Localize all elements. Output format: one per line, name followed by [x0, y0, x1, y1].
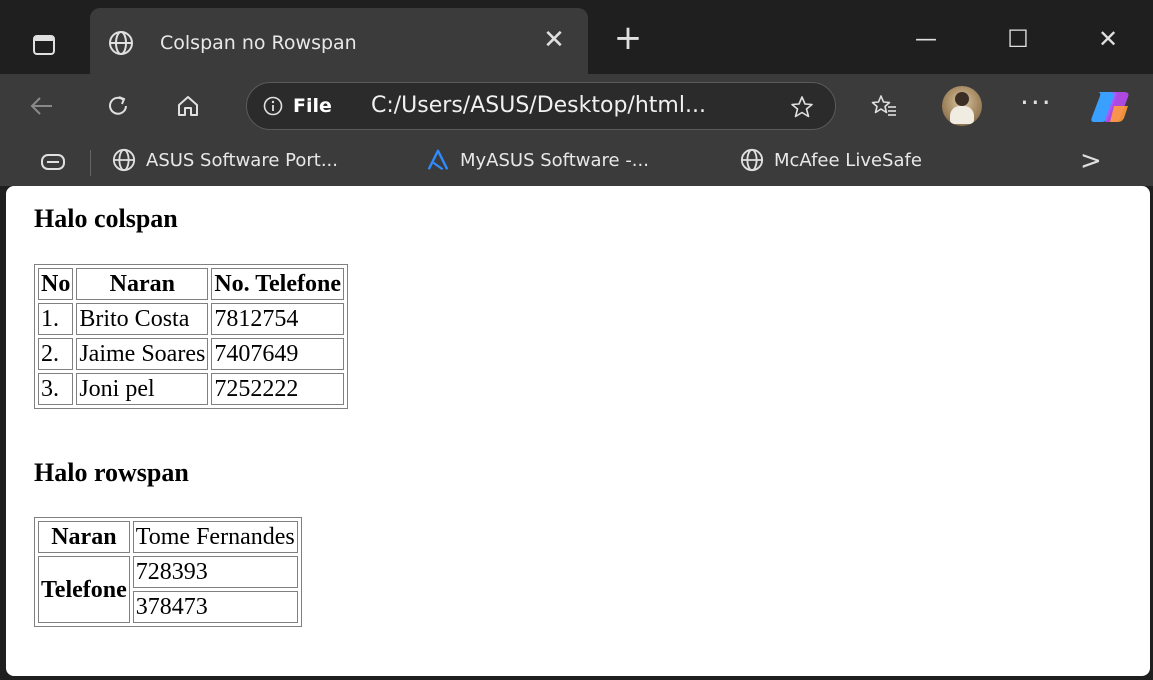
url-text[interactable]: C:/Users/ASUS/Desktop/html...: [371, 93, 706, 118]
table-header-row: No Naran No. Telefone: [38, 268, 344, 300]
header-naran: Naran: [38, 521, 130, 553]
cell-no: 1.: [38, 303, 74, 335]
cell-no: 2.: [38, 338, 74, 370]
home-icon: [178, 96, 198, 116]
bookmark-myasus-software[interactable]: MyASUS Software -...: [426, 148, 649, 172]
toolbar: File C:/Users/ASUS/Desktop/html... ···: [0, 74, 1153, 138]
minimize-button[interactable]: —: [906, 22, 946, 56]
cell-telefone-value: 378473: [132, 591, 298, 623]
bookmark-label: ASUS Software Port...: [146, 149, 338, 171]
table-row: Telefone 728393: [38, 556, 298, 623]
cell-naran-value: Tome Fernandes: [132, 521, 298, 553]
cell-telefone: 7407649: [211, 338, 344, 370]
cell-naran: Brito Costa: [76, 303, 209, 335]
back-arrow-icon: [30, 97, 52, 115]
cell-telefone: 7812754: [211, 303, 344, 335]
bookmarks-more-button[interactable]: >: [1080, 146, 1102, 176]
bookmarks-bar: ASUS Software Port... MyASUS Software -.…: [0, 138, 1153, 186]
avatar-body: [950, 106, 974, 124]
table-row: 2. Jaime Soares 7407649: [38, 338, 344, 370]
bookmark-mcafee-livesafe[interactable]: McAfee LiveSafe: [740, 148, 922, 172]
back-button[interactable]: [24, 88, 60, 124]
colspan-heading: Halo colspan: [34, 204, 178, 233]
collections-icon[interactable]: [40, 152, 66, 172]
bookmarks-separator: [90, 150, 91, 176]
tab-actions-button[interactable]: [22, 26, 66, 64]
home-button[interactable]: [170, 88, 206, 124]
info-icon[interactable]: [263, 96, 283, 116]
tab-active[interactable]: Colspan no Rowspan ✕: [90, 8, 588, 74]
new-tab-button[interactable]: +: [608, 18, 648, 58]
header-no: No: [38, 268, 74, 300]
more-menu-button[interactable]: ···: [1020, 86, 1053, 119]
page-content: Halo colspan No Naran No. Telefone 1. Br…: [6, 186, 1150, 676]
tab-title: Colspan no Rowspan: [160, 32, 357, 54]
cell-naran: Joni pel: [76, 373, 209, 405]
browser-window: Colspan no Rowspan ✕ + — ☐ ✕ File C:/Use…: [0, 0, 1153, 680]
file-label: File: [293, 95, 332, 117]
maximize-button[interactable]: ☐: [998, 22, 1038, 56]
favorite-star-icon[interactable]: [789, 94, 815, 120]
cell-naran: Jaime Soares: [76, 338, 209, 370]
table-row: 1. Brito Costa 7812754: [38, 303, 344, 335]
rowspan-heading: Halo rowspan: [34, 458, 189, 487]
table-row: 3. Joni pel 7252222: [38, 373, 344, 405]
avatar-head: [955, 92, 969, 106]
copilot-icon[interactable]: [1088, 88, 1132, 124]
header-telefone: No. Telefone: [211, 268, 344, 300]
tab-bar: Colspan no Rowspan ✕ + — ☐ ✕: [0, 0, 1153, 80]
bookmark-asus-software[interactable]: ASUS Software Port...: [112, 148, 338, 172]
colspan-table: No Naran No. Telefone 1. Brito Costa 781…: [34, 264, 348, 409]
refresh-icon: [109, 96, 127, 115]
refresh-button[interactable]: [100, 88, 136, 124]
cell-telefone-value: 728393: [132, 556, 298, 588]
table-row: Naran Tome Fernandes: [38, 521, 298, 553]
close-window-button[interactable]: ✕: [1088, 22, 1128, 56]
rowspan-table: Naran Tome Fernandes Telefone 728393 378…: [34, 517, 302, 627]
myasus-icon: [427, 149, 449, 171]
tab-actions-icon: [33, 35, 55, 55]
cell-no: 3.: [38, 373, 74, 405]
bookmark-label: McAfee LiveSafe: [774, 149, 922, 171]
close-tab-button[interactable]: ✕: [542, 27, 566, 53]
header-telefone: Telefone: [38, 556, 130, 623]
address-bar[interactable]: File C:/Users/ASUS/Desktop/html...: [246, 82, 836, 130]
globe-icon: [109, 31, 133, 55]
bookmark-label: MyASUS Software -...: [460, 149, 649, 171]
cell-telefone: 7252222: [211, 373, 344, 405]
globe-icon: [112, 148, 136, 172]
favorites-list-icon: [871, 95, 896, 116]
header-naran: Naran: [76, 268, 209, 300]
globe-icon: [740, 148, 764, 172]
favorites-button[interactable]: [866, 88, 902, 124]
profile-avatar[interactable]: [942, 86, 982, 126]
